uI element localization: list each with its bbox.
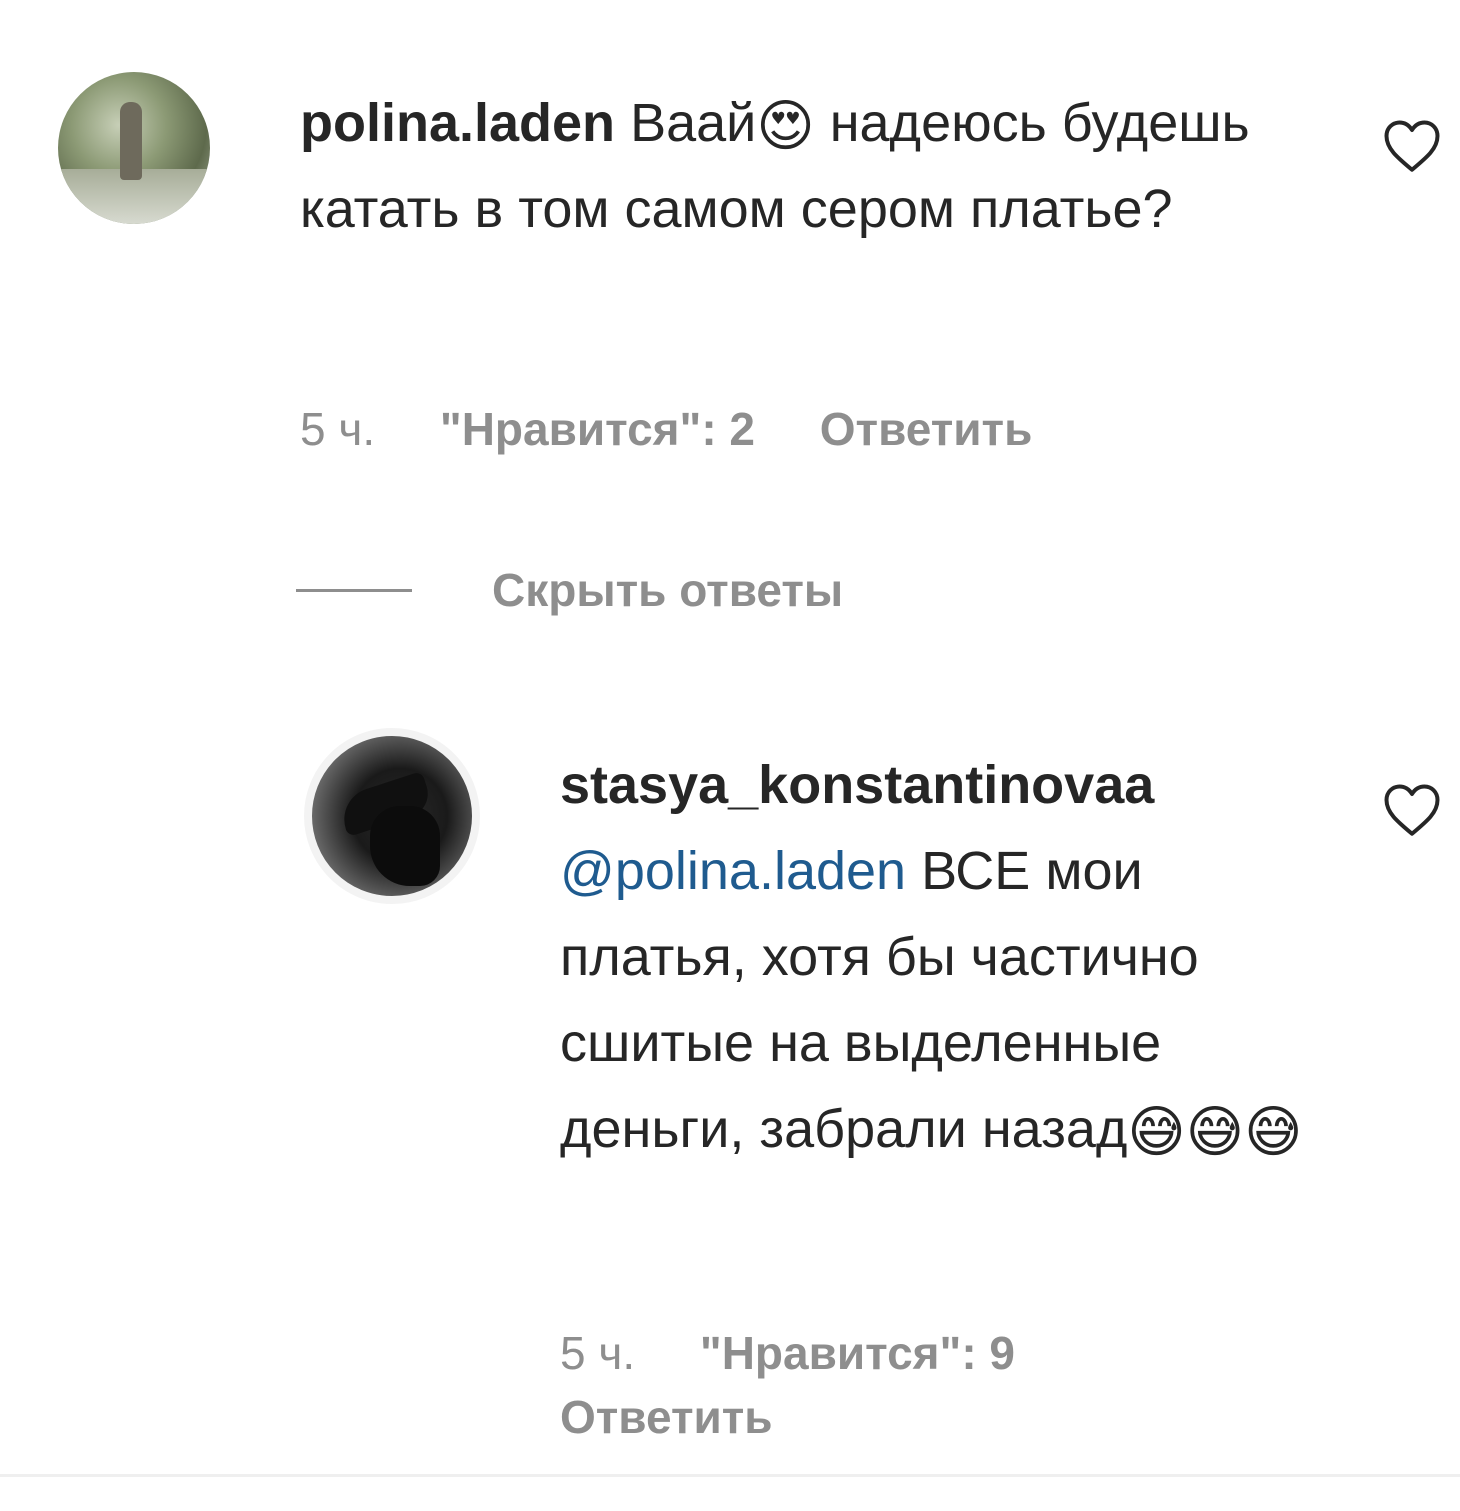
heart-eyes-emoji: 😍	[756, 94, 815, 159]
reply-meta: 5 ч. "Нравится": 9	[560, 1326, 1067, 1380]
comment-time: 5 ч.	[300, 403, 376, 455]
reply-body: stasya_konstantinovaa @polina.laden ВСЕ …	[560, 742, 1320, 1172]
comment-likes[interactable]: "Нравится": 2	[440, 403, 755, 455]
avatar-image-figure	[120, 102, 142, 180]
comment-username[interactable]: polina.laden	[300, 93, 615, 153]
heart-outline-icon	[1384, 784, 1440, 836]
avatar-image-shape	[370, 806, 440, 886]
sweat-smile-emoji: 😅😅😅	[1127, 1100, 1303, 1165]
comment-meta: 5 ч. "Нравится": 2 Ответить	[300, 402, 1084, 456]
reply-button[interactable]: Ответить	[560, 1391, 773, 1443]
comment-text-start: Ваай	[630, 93, 757, 153]
reply-mention-link[interactable]: @polina.laden	[560, 841, 906, 901]
comment-body: polina.laden Ваай😍 надеюсь будешь катать…	[300, 80, 1330, 252]
reply-time: 5 ч.	[560, 1327, 636, 1379]
reply-button[interactable]: Ответить	[820, 403, 1033, 455]
divider	[0, 1474, 1460, 1477]
avatar[interactable]	[304, 728, 480, 904]
reply-meta-second-line: Ответить	[560, 1390, 825, 1444]
reply-likes[interactable]: "Нравится": 9	[700, 1327, 1015, 1379]
heart-outline-icon	[1384, 120, 1440, 172]
reply-username[interactable]: stasya_konstantinovaa	[560, 742, 1320, 828]
hide-replies-divider	[296, 588, 412, 592]
hide-replies-button[interactable]: Скрыть ответы	[296, 560, 843, 620]
hide-replies-label: Скрыть ответы	[492, 564, 844, 616]
like-heart-icon[interactable]	[1382, 118, 1442, 174]
avatar[interactable]	[58, 72, 210, 224]
like-heart-icon[interactable]	[1382, 782, 1442, 838]
